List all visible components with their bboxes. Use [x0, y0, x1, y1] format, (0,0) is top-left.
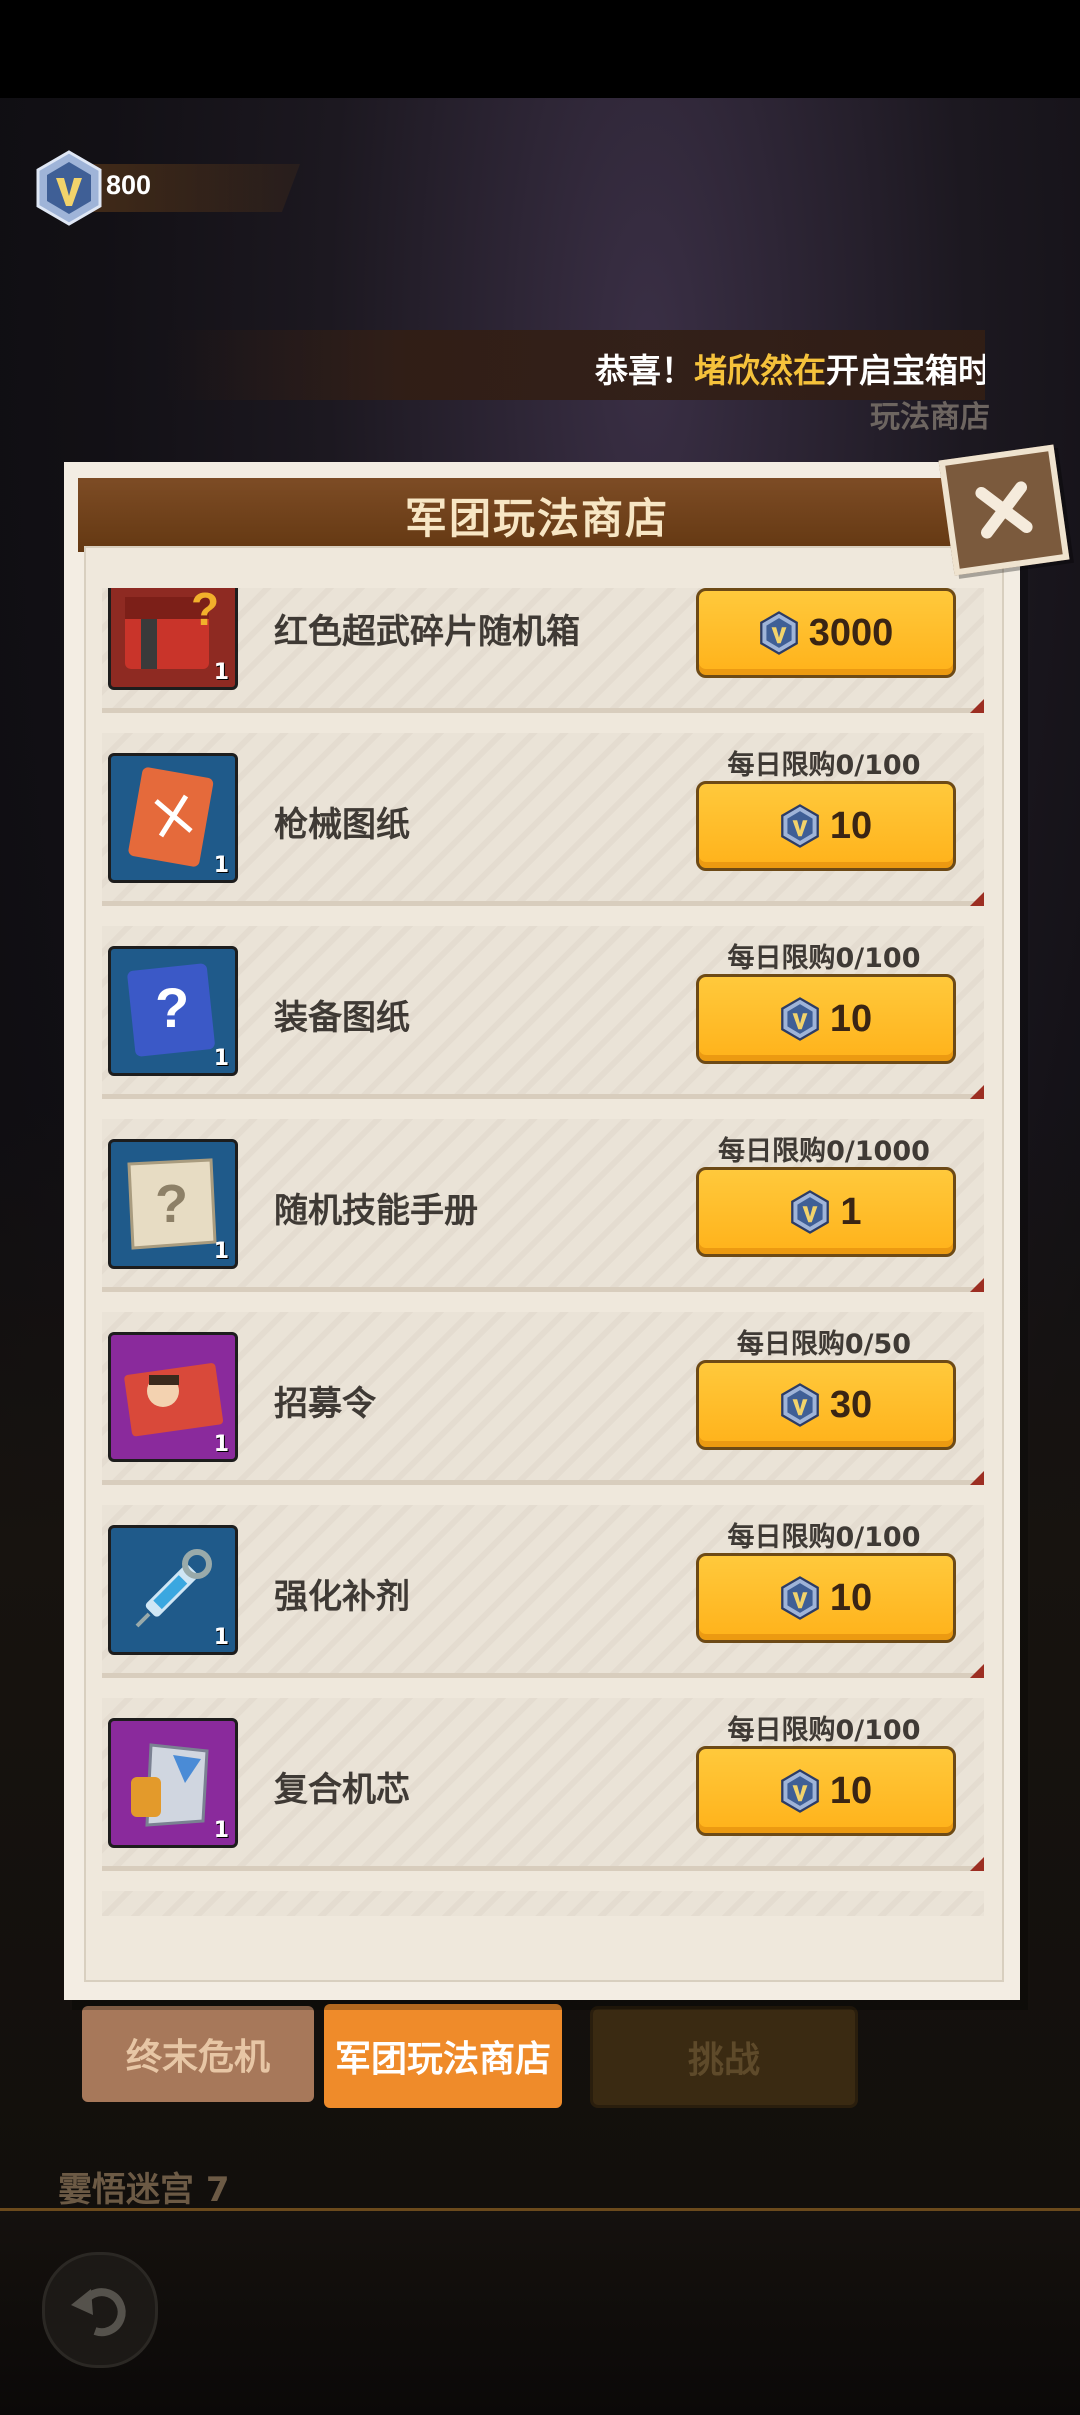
list-item: ? 1 红色超武碎片随机箱 3000 [102, 588, 984, 713]
item-name: 随机技能手册 [274, 1191, 478, 1231]
item-price: 30 [829, 1383, 873, 1426]
item-price: 10 [829, 804, 873, 847]
buy-button[interactable]: 10 [696, 1553, 956, 1643]
ticker-action: 开启宝箱 [826, 351, 958, 390]
maze-label: 霎悟迷宫 7 [58, 2170, 230, 2210]
crystal-badge-icon [781, 1576, 819, 1620]
back-button[interactable] [42, 2252, 158, 2368]
ticker-congrats: 恭喜！ [595, 351, 694, 390]
buy-button[interactable]: 3000 [696, 588, 956, 678]
equipment-blueprint-icon: ? 1 [108, 946, 238, 1076]
announcement-ticker: 恭喜！堵欣然在开启宝箱时 [165, 330, 985, 400]
bottom-bar [0, 2208, 1080, 2415]
crystal-badge-icon [759, 611, 798, 655]
item-price: 10 [829, 1576, 873, 1619]
item-list[interactable]: ? 1 红色超武碎片随机箱 3000 1 枪械图纸 每日限购0/100 10 ?… [100, 588, 986, 1916]
crystal-badge-icon [791, 1190, 830, 1234]
crystal-badge-icon [781, 1383, 819, 1427]
weapon-blueprint-icon: 1 [108, 753, 238, 883]
list-item: ? 1 装备图纸 每日限购0/100 10 [102, 926, 984, 1099]
list-item: 1 复合机芯 每日限购0/100 10 [102, 1698, 984, 1871]
list-item: 1 强化补剂 每日限购0/100 10 [102, 1505, 984, 1678]
tab-legion-store[interactable]: 军团玩法商店 [324, 2004, 562, 2108]
item-name: 装备图纸 [274, 998, 410, 1038]
skill-manual-icon: ? 1 [108, 1139, 238, 1269]
purchase-limit: 每日限购0/50 [736, 1329, 912, 1360]
close-button[interactable] [938, 444, 1070, 576]
recruit-order-icon: 1 [108, 1332, 238, 1462]
red-chest-icon: ? 1 [108, 588, 238, 690]
item-price: 10 [829, 1769, 873, 1812]
item-name: 招募令 [274, 1384, 376, 1424]
item-name: 强化补剂 [274, 1577, 410, 1617]
purchase-limit: 每日限购0/100 [727, 1522, 921, 1553]
svg-text:?: ? [191, 588, 219, 635]
buy-button[interactable]: 10 [696, 781, 956, 871]
composite-core-icon: 1 [108, 1718, 238, 1848]
item-qty: 1 [213, 1432, 229, 1457]
svg-text:?: ? [155, 1174, 188, 1234]
item-qty: 1 [213, 1625, 229, 1650]
buy-button[interactable]: 10 [696, 974, 956, 1064]
tab-end-crisis[interactable]: 终末危机 [82, 2006, 314, 2102]
purchase-limit: 每日限购0/100 [727, 750, 921, 781]
item-name: 复合机芯 [274, 1770, 410, 1810]
status-bar-area [0, 0, 1080, 98]
crystal-badge-icon [781, 804, 819, 848]
crystal-badge-icon [36, 150, 102, 226]
item-price: 1 [840, 1190, 862, 1233]
item-qty: 1 [213, 1046, 229, 1071]
ticker-player: 堵欣然在 [694, 351, 826, 390]
currency-display: 800 [34, 150, 300, 226]
svg-text:?: ? [155, 976, 189, 1039]
buy-button[interactable]: 30 [696, 1360, 956, 1450]
crystal-badge-icon [781, 997, 819, 1041]
item-price: 10 [829, 997, 873, 1040]
store-shortcut-label[interactable]: 玩法商店 [870, 392, 990, 436]
item-price: 3000 [808, 611, 894, 654]
list-item: 1 招募令 每日限购0/50 30 [102, 1312, 984, 1485]
back-arrow-icon [71, 2288, 126, 2337]
list-item [102, 1891, 984, 1916]
close-x-icon [975, 481, 1033, 539]
item-qty: 1 [213, 660, 229, 685]
purchase-limit: 每日限购0/100 [727, 1715, 921, 1746]
ticker-suffix: 时 [958, 351, 985, 390]
item-name: 红色超武碎片随机箱 [274, 612, 580, 652]
item-name: 枪械图纸 [274, 805, 410, 845]
purchase-limit: 每日限购0/1000 [718, 1136, 930, 1167]
list-item: 1 枪械图纸 每日限购0/100 10 [102, 733, 984, 906]
modal-title: 军团玩法商店 [404, 493, 669, 543]
item-qty: 1 [213, 1818, 229, 1843]
challenge-button[interactable]: 挑战 [590, 2006, 858, 2108]
crystal-badge-icon [781, 1769, 819, 1813]
list-item: ? 1 随机技能手册 每日限购0/1000 1 [102, 1119, 984, 1292]
purchase-limit: 每日限购0/100 [727, 943, 921, 974]
currency-amount: 800 [106, 170, 152, 200]
ticker-text: 恭喜！堵欣然在开启宝箱时 [595, 344, 985, 392]
buy-button[interactable]: 1 [696, 1167, 956, 1257]
item-qty: 1 [213, 853, 229, 878]
item-qty: 1 [213, 1239, 229, 1264]
syringe-icon: 1 [108, 1525, 238, 1655]
buy-button[interactable]: 10 [696, 1746, 956, 1836]
modal-header: 军团玩法商店 [78, 478, 996, 552]
